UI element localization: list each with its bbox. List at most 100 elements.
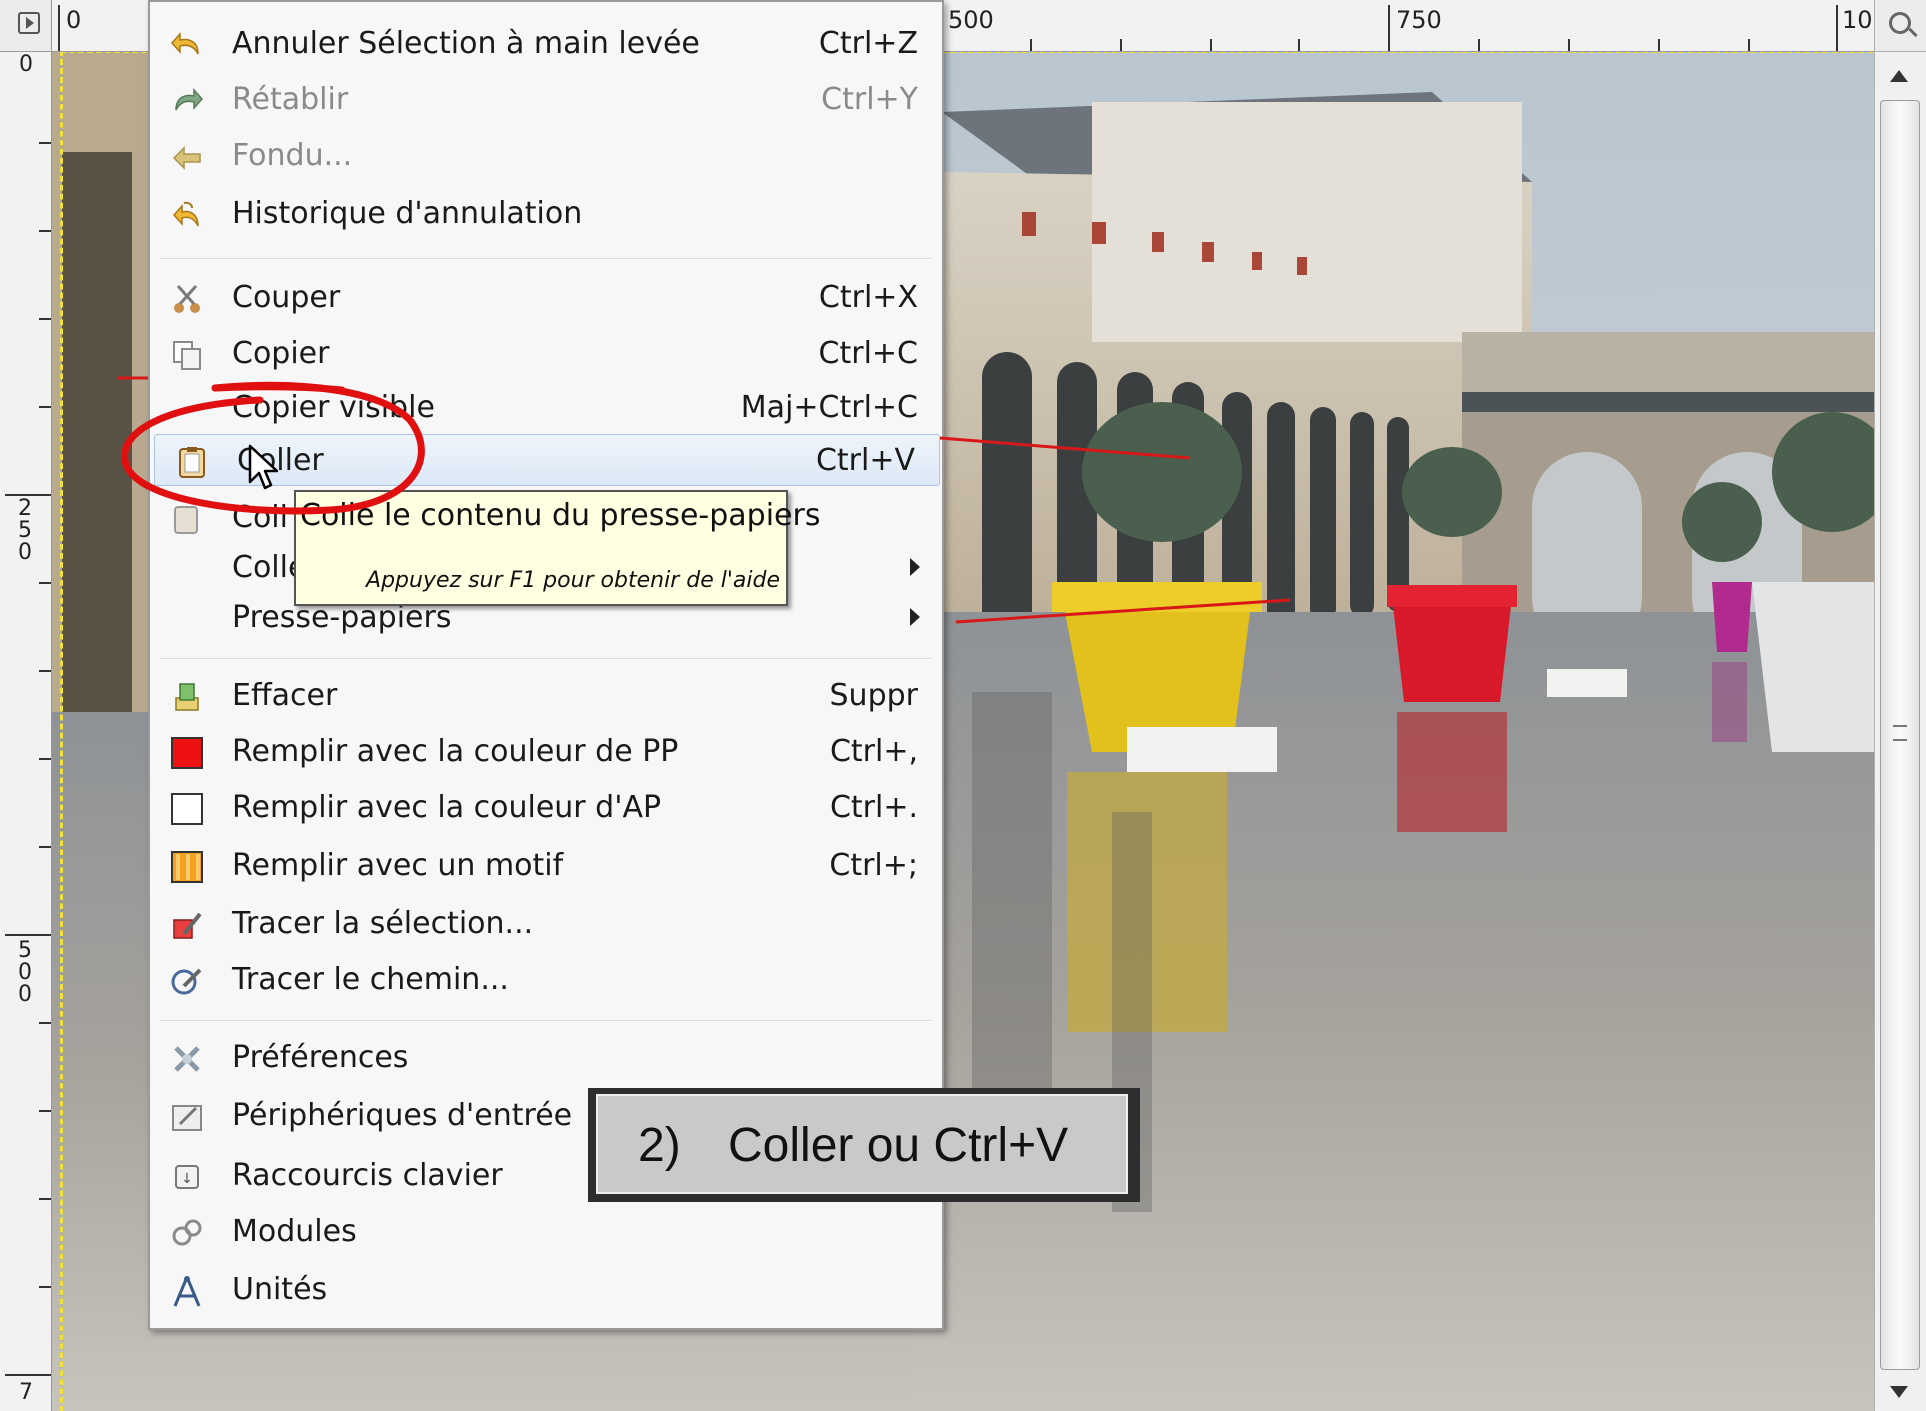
menu-item-label: Remplir avec la couleur d'AP	[232, 790, 662, 825]
ruler-tick	[39, 142, 51, 144]
menu-item-redo[interactable]: Rétablir Ctrl+Y	[150, 74, 942, 126]
menu-item-fade[interactable]: Fondu...	[150, 130, 942, 182]
ruler-tick	[1120, 39, 1122, 51]
ruler-tick	[39, 758, 51, 760]
scroll-down-arrow-icon[interactable]	[1890, 1386, 1908, 1398]
fade-icon	[172, 146, 201, 170]
ruler-tick	[39, 582, 51, 584]
ruler-tick	[39, 1110, 51, 1112]
menu-item-label: Annuler Sélection à main levée	[232, 26, 700, 61]
paste-tooltip: Colle le contenu du presse-papiers Appuy…	[294, 490, 820, 606]
menu-item-clear[interactable]: Effacer Suppr	[150, 670, 942, 722]
ruler-tick	[5, 494, 51, 496]
zoom-toggle-button[interactable]	[1874, 0, 1926, 52]
scroll-up-arrow-icon[interactable]	[1890, 70, 1908, 82]
copy-icon	[173, 341, 201, 370]
ruler-tick	[1658, 39, 1660, 51]
ruler-tick	[1210, 39, 1212, 51]
mouse-pointer-icon	[248, 444, 278, 490]
scrollbar-thumb[interactable]	[1880, 100, 1920, 1370]
stroke-selection-icon	[173, 912, 202, 939]
menu-item-undo[interactable]: Annuler Sélection à main levée Ctrl+Z	[150, 18, 942, 70]
ruler-left-label: 0	[19, 52, 33, 77]
ruler-tick	[39, 1022, 51, 1024]
menu-item-fill-bg[interactable]: Remplir avec la couleur d'AP Ctrl+.	[150, 782, 942, 834]
submenu-arrow-icon	[910, 558, 920, 576]
instruction-callout: 2) Coller ou Ctrl+V	[588, 1088, 1140, 1202]
menu-item-shortcut: Ctrl+V	[815, 443, 915, 478]
ruler-top-label: 750	[1396, 6, 1442, 34]
ruler-tick	[39, 1198, 51, 1200]
input-devices-icon	[172, 1105, 202, 1131]
menu-item-shortcut: Ctrl+,	[829, 734, 918, 769]
menu-item-label: Modules	[232, 1214, 357, 1249]
menu-item-label: Remplir avec la couleur de PP	[232, 734, 679, 769]
callout-panel: 2) Coller ou Ctrl+V	[596, 1094, 1128, 1194]
ruler-tick	[1298, 39, 1300, 51]
ruler-tick	[1568, 39, 1570, 51]
menu-item-label: Préférences	[232, 1040, 409, 1075]
menu-item-stroke-selection[interactable]: Tracer la sélection...	[150, 898, 942, 950]
menu-item-copy-visible[interactable]: Copier visible Maj+Ctrl+C	[150, 382, 942, 434]
svg-text:↓: ↓	[181, 1171, 193, 1187]
undo-history-icon	[172, 201, 199, 227]
menu-item-copy[interactable]: Copier Ctrl+C	[150, 328, 942, 380]
menu-item-label: Coll	[232, 500, 288, 535]
menu-item-fill-fg[interactable]: Remplir avec la couleur de PP Ctrl+,	[150, 726, 942, 778]
ruler-tick	[58, 5, 60, 51]
menu-item-label: Couper	[232, 280, 341, 315]
ruler-tick	[5, 934, 51, 936]
menu-item-shortcut: Suppr	[829, 678, 918, 713]
menu-item-label: Tracer le chemin...	[232, 962, 509, 997]
menu-item-label: Effacer	[232, 678, 338, 713]
menu-item-preferences[interactable]: Préférences	[150, 1032, 942, 1084]
callout-text: Coller ou Ctrl+V	[728, 1119, 1069, 1172]
menu-item-shortcut: Ctrl+C	[818, 336, 918, 371]
menu-item-modules[interactable]: Modules	[150, 1206, 942, 1258]
scissors-icon	[174, 285, 200, 313]
fill-pattern-icon	[171, 851, 203, 883]
menu-item-label: Raccourcis clavier	[232, 1158, 503, 1193]
menu-item-cut[interactable]: Couper Ctrl+X	[150, 272, 942, 324]
tooltip-title: Colle le contenu du presse-papiers	[300, 498, 821, 533]
menu-separator	[160, 258, 932, 260]
stroke-path-icon	[171, 968, 202, 995]
gimp-image-window: 0 500 750 100 0 250 500 7 Annuler Sélect…	[0, 0, 1926, 1411]
menu-item-units[interactable]: Unités	[150, 1264, 942, 1316]
preferences-icon	[174, 1046, 200, 1072]
menu-item-shortcut: Ctrl+Z	[818, 26, 918, 61]
menu-item-label: Fondu...	[232, 138, 353, 173]
menu-item-label: Périphériques d'entrée	[232, 1098, 573, 1133]
menu-item-shortcut: Ctrl+X	[818, 280, 918, 315]
menu-item-fill-pattern[interactable]: Remplir avec un motif Ctrl+;	[150, 840, 942, 892]
redo-icon	[175, 88, 204, 111]
menu-item-label: Remplir avec un motif	[232, 848, 564, 883]
menu-separator	[160, 658, 932, 660]
menu-item-label: Tracer la sélection...	[232, 906, 534, 941]
ruler-left-label: 250	[18, 496, 32, 565]
ruler-tick	[39, 406, 51, 408]
menu-item-label: Copier	[232, 336, 330, 371]
menu-item-shortcut: Ctrl+;	[829, 848, 918, 883]
submenu-arrow-icon	[910, 608, 920, 626]
menu-item-undo-history[interactable]: Historique d'annulation	[150, 188, 942, 240]
ruler-tick	[5, 1374, 51, 1376]
paste-into-icon	[174, 506, 198, 534]
menu-item-shortcut: Ctrl+.	[829, 790, 918, 825]
quick-mask-toggle-button[interactable]	[0, 0, 52, 52]
menu-item-label: Historique d'annulation	[232, 196, 583, 231]
ruler-tick	[39, 230, 51, 232]
ruler-tick	[39, 318, 51, 320]
ruler-top-label: 500	[948, 6, 994, 34]
fill-fg-icon	[171, 737, 203, 769]
paste-icon	[179, 447, 205, 478]
vertical-ruler[interactable]: 0 250 500 7	[0, 52, 52, 1411]
menu-item-stroke-path[interactable]: Tracer le chemin...	[150, 954, 942, 1006]
units-icon	[173, 1276, 201, 1307]
ruler-tick	[1836, 5, 1838, 51]
menu-item-shortcut: Ctrl+Y	[821, 82, 918, 117]
ruler-tick	[1478, 39, 1480, 51]
menu-item-label: Rétablir	[232, 82, 349, 117]
ruler-left-label: 7	[19, 1380, 33, 1405]
callout-step-number: 2)	[638, 1119, 681, 1172]
